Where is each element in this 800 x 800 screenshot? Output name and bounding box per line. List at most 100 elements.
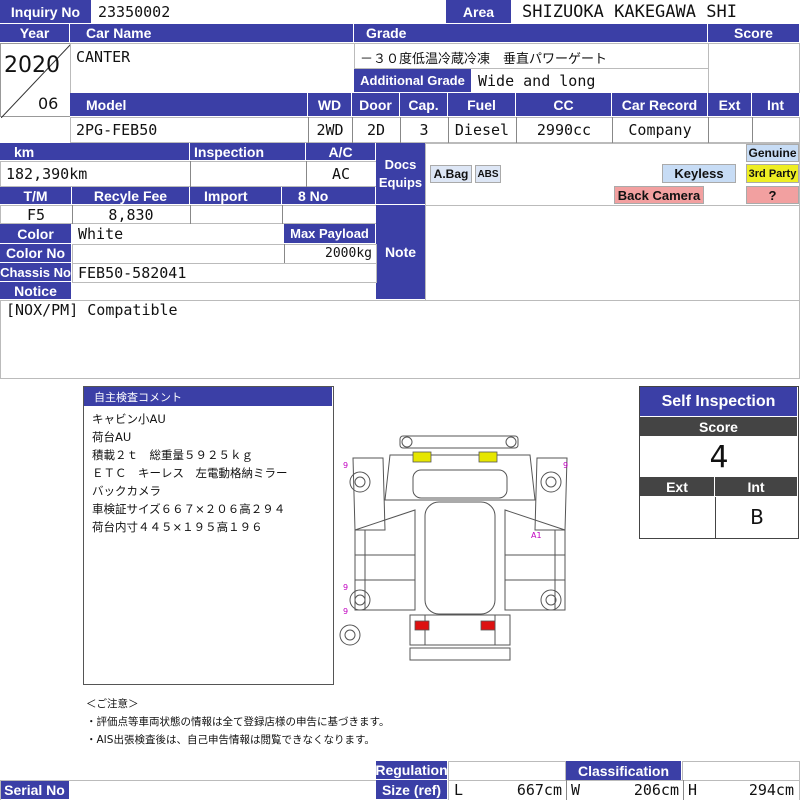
wheel-rl [349,589,371,611]
damage-mark: 9 [343,461,348,470]
grade-label: Grade [354,24,708,43]
yellow-part-left [412,451,432,463]
size-l-value: 667cm [516,780,562,799]
damage-mark: 9 [343,607,348,616]
cargo-top [424,501,496,615]
year-label: Year [0,24,70,43]
km-label: km [0,143,190,161]
note-label: Note [376,205,426,300]
score-box [708,43,800,94]
chassis-label: Chassis No [0,263,72,282]
additional-grade-label: Additional Grade [354,69,472,93]
unknown-badge: ? [746,186,799,204]
fuel-label: Fuel [448,93,516,117]
back-camera-badge: Back Camera [614,186,704,204]
cap-label: Cap. [400,93,448,117]
self-score-label: Score [640,417,798,437]
red-part-left [414,620,430,631]
classification-label: Classification [566,761,682,781]
door-label: Door [352,93,400,117]
abs-badge: ABS [475,165,501,183]
wheel-fr [540,471,562,493]
recycle-fee-value: 8,830 [108,205,154,224]
model-value: 2PG-FEB50 [76,121,158,139]
self-int-label: Int [715,477,798,497]
front-left-lamp [401,436,413,448]
damage-mark: A1 [531,531,542,540]
car-record-label: Car Record [612,93,708,117]
cab-roof [384,454,536,501]
keyless-badge: Keyless [662,164,736,183]
genuine-badge: Genuine [746,144,799,162]
color-label: Color [0,224,72,244]
car-record-value: Company [628,121,692,139]
ext-label: Ext [708,93,752,117]
color-value: White [78,225,124,243]
self-ext-label: Ext [640,477,715,497]
import-label: Import [190,187,282,205]
cc-label: CC [516,93,612,117]
damage-mark: 9 [343,583,348,592]
chassis-row [72,263,377,283]
abag-badge: A.Bag [430,165,472,183]
size-h-label: H [688,780,698,799]
area-label: Area [446,0,512,24]
left-cab-side [352,457,386,531]
car-name-label: Car Name [70,24,354,43]
yellow-part-right [478,451,498,463]
regulation-label: Regulation [376,761,448,780]
caution-notes: ＜ご注意＞ ・評価点等車両状態の情報は全て登録店様の申告に基づきます。 ・AIS… [86,695,586,749]
month-value: 06 [38,93,59,113]
self-ext-value [640,497,715,537]
eight-no-label: 8 No [282,187,376,205]
recycle-label: Recyle Fee [72,187,190,205]
serial-row [0,780,377,800]
vehicle-diagram: 9 9 9 9 A1 [339,435,568,661]
area-value: SHIZUOKA KAKEGAWA SHI [522,2,737,22]
classification-value-box [682,761,800,781]
caution-line-2: ・AIS出張検査後は、自己申告情報は閲覧できなくなります。 [86,734,375,746]
year-value: 2020 [4,52,60,78]
front-right-lamp [505,436,517,448]
size-label: Size (ref) [376,780,448,800]
rear-bumper [409,647,511,661]
comment-line: 積載２ｔ 総重量５９２５ｋｇ [92,448,253,462]
wd-value: 2WD [316,121,344,139]
notice-value: [NOX/PM] Compatible [6,301,178,319]
grade-box [354,43,709,69]
comment-title: 自主検査コメント [84,387,333,407]
comment-line: ＥＴＣ キーレス 左電動格納ミラー [92,466,288,480]
max-payload-label: Max Payload [284,224,376,244]
model-label: Model [70,93,308,117]
red-part-right [480,620,496,631]
docs-label: Docs [384,156,417,172]
door-value: 2D [366,121,386,139]
tm-label: T/M [0,187,72,205]
ac-label: A/C [306,143,376,161]
size-w-label: W [571,780,581,799]
inquiry-no: 23350002 [98,3,171,21]
size-w-value: 206cm [633,780,679,799]
note-area [425,205,800,301]
size-h-value: 294cm [748,780,794,799]
car-name-box [70,43,355,94]
notice-label: Notice [0,282,72,300]
damage-mark: 9 [563,461,568,470]
front-bumper [399,435,519,449]
comment-lines: キャビン小AU 荷台AU 積載２ｔ 総重量５９２５ｋｇ ＥＴＣ キーレス 左電動… [92,410,332,536]
size-l-label: L [454,780,464,799]
cc-value: 2990cc [536,121,592,139]
comment-line: バックカメラ [92,484,161,498]
comment-line: 車検証サイズ６６７×２０６高２９４ [92,502,286,516]
tm-value: F5 [26,205,46,224]
comment-line: キャビン小AU [92,412,166,426]
docs-equips-label: Docs Equips [376,143,426,205]
self-inspection-title: Self Inspection [640,387,798,417]
self-int-value: B [750,505,764,529]
caution-head: ＜ご注意＞ [86,698,139,710]
equips-label: Equips [378,174,423,190]
spare-wheel [339,624,361,646]
self-score-value: 4 [709,439,729,475]
wheel-rr [540,589,562,611]
additional-grade-value: Wide and long [478,72,596,90]
